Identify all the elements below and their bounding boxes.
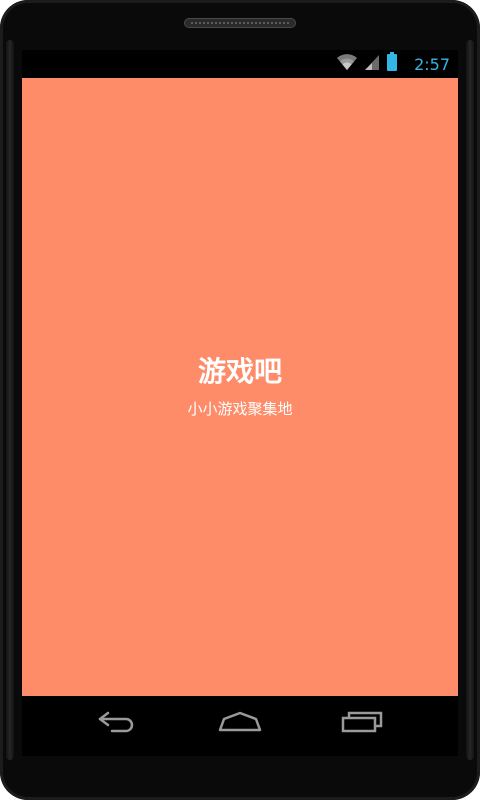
splash-content: 游戏吧 小小游戏聚集地 [22, 78, 458, 696]
app-screen[interactable]: 游戏吧 小小游戏聚集地 [22, 78, 458, 696]
phone-frame: 2:57 游戏吧 小小游戏聚集地 [0, 0, 480, 800]
recent-apps-icon [339, 708, 385, 738]
app-subtitle: 小小游戏聚集地 [187, 399, 293, 418]
back-button[interactable] [90, 708, 146, 738]
battery-icon [386, 52, 398, 76]
back-icon [96, 709, 140, 737]
recent-apps-button[interactable] [334, 708, 390, 738]
navigation-bar [22, 696, 458, 756]
wifi-icon [336, 53, 358, 75]
status-bar: 2:57 [22, 50, 458, 78]
signal-icon [364, 53, 380, 75]
home-button[interactable] [212, 708, 268, 738]
app-title: 游戏吧 [197, 354, 282, 388]
phone-side-right [466, 40, 474, 760]
home-icon [216, 709, 264, 737]
earpiece-speaker [184, 18, 296, 28]
phone-side-left [6, 40, 14, 760]
status-icons: 2:57 [336, 50, 450, 78]
status-clock: 2:57 [414, 54, 450, 74]
